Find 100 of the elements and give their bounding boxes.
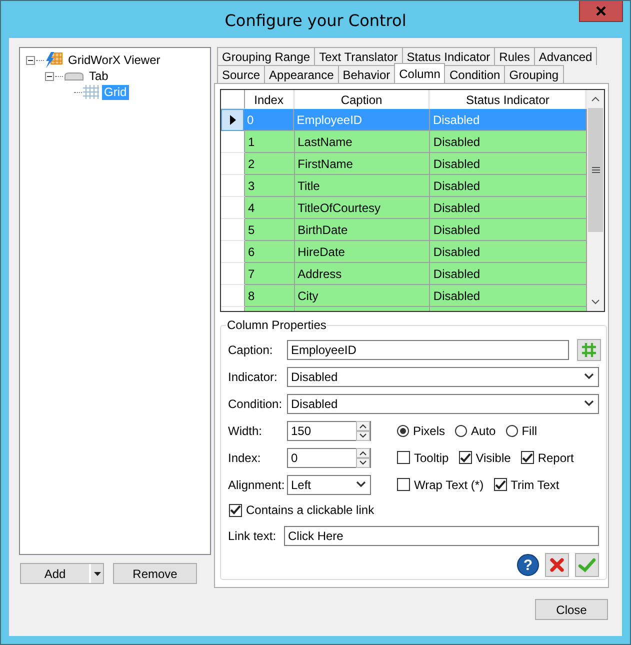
table-cell: Disabled: [430, 109, 587, 131]
table-cell: Disabled: [430, 175, 587, 197]
width-field[interactable]: 150: [287, 420, 371, 440]
radio-button[interactable]: [455, 424, 468, 436]
caret-icon: [94, 572, 100, 576]
scrollbar[interactable]: [587, 90, 604, 311]
index-field[interactable]: 0: [287, 448, 371, 468]
table-row[interactable]: 8 City Disabled: [221, 285, 587, 307]
row-header[interactable]: [221, 109, 244, 131]
table-cell: 8: [245, 285, 295, 307]
table-cell: City: [294, 285, 430, 307]
grid-icon-button[interactable]: [577, 338, 601, 360]
checkbox[interactable]: [397, 451, 410, 464]
caret-icon: [584, 373, 594, 380]
close-icon: [595, 5, 607, 17]
table-row[interactable]: 1 LastName Disabled: [221, 131, 587, 153]
tab-icon: [64, 71, 84, 81]
checkbox-label: Wrap Text (*): [414, 478, 484, 492]
grip-icon: [592, 167, 600, 173]
table-cell: Disabled: [430, 197, 587, 219]
table-cell: Disabled: [430, 263, 587, 285]
checkbox-label: Tooltip: [414, 450, 449, 464]
table-cell: 1: [245, 131, 295, 153]
condition-dropdown[interactable]: Disabled: [287, 394, 599, 414]
table-cell: EmployeeID: [294, 109, 430, 131]
table-row[interactable]: 3 Title Disabled: [221, 175, 587, 197]
spinner-control[interactable]: [356, 448, 370, 468]
grid-lightning-icon: [45, 52, 63, 68]
table-cell: 0: [244, 109, 294, 131]
field-label: Indicator:: [228, 370, 278, 384]
checkbox[interactable]: [458, 451, 472, 464]
radio-label: Fill: [522, 424, 538, 438]
caret-icon: [584, 400, 594, 407]
table-cell: Title: [294, 175, 430, 197]
cross-icon: [549, 557, 565, 573]
radio-button[interactable]: [506, 424, 518, 436]
table-cell: 6: [245, 241, 295, 263]
table-cell: Address: [294, 263, 430, 285]
grid-icon: [83, 85, 99, 99]
table-cell: 3: [245, 175, 295, 197]
checkmark-icon: [578, 557, 596, 573]
field-label: Width:: [228, 424, 264, 438]
table-row[interactable]: 7 Address Disabled: [221, 263, 587, 285]
table-row[interactable]: 2 FirstName Disabled: [221, 153, 587, 175]
field-label: Link text:: [228, 528, 278, 542]
table-cell: 2: [245, 153, 295, 175]
table-cell: BirthDate: [294, 219, 430, 241]
spinner-control[interactable]: [356, 420, 370, 440]
checkbox-label: Visible: [476, 450, 511, 464]
collapse-icon[interactable]: [45, 72, 54, 80]
table-cell: FirstName: [294, 153, 430, 175]
checkbox-label: Contains a clickable link: [246, 503, 374, 517]
field-label: Condition:: [228, 396, 284, 410]
table-cell: Disabled: [430, 219, 587, 241]
tab[interactable]: Grouping Range: [217, 47, 316, 65]
help-button[interactable]: ?: [517, 554, 539, 576]
tab[interactable]: Appearance: [264, 65, 339, 83]
indicator-dropdown[interactable]: Disabled: [287, 366, 599, 386]
window-title: Configure your Control: [224, 10, 406, 30]
field-label: Index:: [228, 450, 262, 464]
close-button[interactable]: [579, 1, 623, 22]
field-label: Alignment:: [228, 478, 286, 492]
checkbox-label: Trim Text: [510, 478, 560, 492]
checkbox[interactable]: [494, 478, 507, 491]
tree-item[interactable]: GridWorX Viewer: [66, 52, 162, 68]
tab[interactable]: Grouping: [504, 65, 564, 83]
tab[interactable]: Source: [217, 65, 266, 83]
table-cell: Disabled: [430, 285, 587, 307]
tree-item[interactable]: Tab: [87, 68, 110, 84]
caption-field[interactable]: EmployeeID: [287, 340, 569, 360]
checkbox[interactable]: [397, 478, 410, 491]
table-row[interactable]: 6 HireDate Disabled: [221, 241, 587, 263]
field-label: Caption:: [228, 342, 274, 356]
table-row[interactable]: 4 TitleOfCourtesy Disabled: [221, 197, 587, 219]
checkbox[interactable]: [520, 451, 534, 464]
link-text-field[interactable]: Click Here: [284, 526, 599, 546]
radio-button[interactable]: [397, 424, 409, 436]
tab[interactable]: Advanced: [534, 47, 598, 65]
table-cell: Disabled: [430, 153, 587, 175]
cancel-button[interactable]: [545, 553, 569, 577]
row-pointer-icon: [230, 115, 236, 125]
collapse-icon[interactable]: [26, 56, 35, 64]
close-dialog-button[interactable]: Close: [535, 599, 608, 620]
add-button[interactable]: Add: [20, 563, 104, 584]
caret-icon: [356, 481, 366, 488]
grid-icon: [582, 342, 596, 356]
table-cell: Disabled: [430, 241, 587, 263]
table-cell: LastName: [294, 131, 430, 153]
table-cell: 5: [245, 219, 295, 241]
table-cell: HireDate: [294, 241, 430, 263]
alignment-dropdown[interactable]: Left: [287, 474, 371, 494]
table-cell: Disabled: [430, 131, 587, 153]
radio-label: Auto: [471, 424, 496, 438]
checkbox[interactable]: [229, 504, 242, 516]
remove-button[interactable]: Remove: [113, 563, 197, 584]
tab[interactable]: Column: [394, 63, 446, 83]
column-header[interactable]: Caption: [294, 90, 430, 109]
table-cell: 4: [245, 197, 295, 219]
table-cell: TitleOfCourtesy: [294, 197, 430, 219]
table-row[interactable]: 5 BirthDate Disabled: [221, 219, 587, 241]
